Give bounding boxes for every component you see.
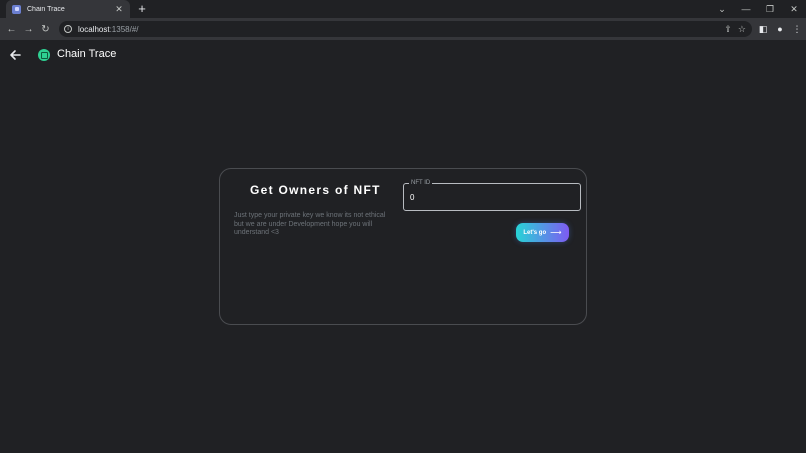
favicon-icon (12, 4, 21, 14)
browser-tab[interactable]: Chain Trace ✕ (6, 0, 130, 18)
tab-close-icon[interactable]: ✕ (114, 4, 124, 14)
browser-menu-icon[interactable]: ⋮ (792, 21, 802, 37)
restore-icon[interactable]: ❐ (758, 4, 782, 15)
minimize-icon[interactable]: — (734, 4, 758, 14)
share-icon[interactable]: ⇪ (724, 23, 732, 35)
app-title: Chain Trace (57, 48, 117, 60)
back-icon[interactable]: ← (3, 21, 20, 38)
lets-go-button[interactable]: Let's go ⟶ (516, 223, 569, 242)
browser-toolbar: ← → ↻ i localhost:1358/#/ ⇪ ☆ ◧ ● ⋮ (0, 18, 806, 40)
nft-owner-card: Get Owners of NFT Just type your private… (219, 168, 587, 325)
app-logo-icon (38, 49, 50, 61)
nft-id-input[interactable]: 0 (410, 193, 414, 202)
app-back-arrow-icon[interactable] (9, 49, 21, 61)
tab-search-icon[interactable]: ⌄ (710, 4, 734, 15)
url-text: localhost:1358/#/ (78, 25, 139, 34)
arrow-right-icon: ⟶ (550, 227, 562, 237)
browser-tabstrip: Chain Trace ✕ + ⌄ — ❐ ✕ (0, 0, 806, 18)
window-close-icon[interactable]: ✕ (782, 4, 806, 15)
tab-title: Chain Trace (27, 5, 65, 13)
nft-id-label: NFT ID (409, 179, 433, 187)
url-path: :1358/#/ (109, 24, 139, 34)
card-title: Get Owners of NFT (250, 183, 381, 197)
new-tab-button[interactable]: + (136, 2, 148, 15)
side-panel-icon[interactable]: ◧ (758, 21, 768, 37)
reload-icon[interactable]: ↻ (37, 21, 54, 38)
site-info-icon[interactable]: i (64, 25, 72, 33)
app-header: Chain Trace (0, 40, 806, 72)
nft-id-field[interactable]: NFT ID 0 (403, 179, 581, 211)
url-host: localhost (78, 24, 110, 34)
address-bar[interactable]: i localhost:1358/#/ ⇪ ☆ (59, 21, 752, 37)
window-controls: ⌄ — ❐ ✕ (710, 0, 806, 18)
card-description: Just type your private key we know its n… (234, 212, 386, 236)
profile-icon[interactable]: ● (775, 21, 785, 37)
lets-go-label: Let's go (523, 229, 547, 236)
forward-icon[interactable]: → (20, 21, 37, 38)
bookmark-star-icon[interactable]: ☆ (738, 23, 746, 35)
